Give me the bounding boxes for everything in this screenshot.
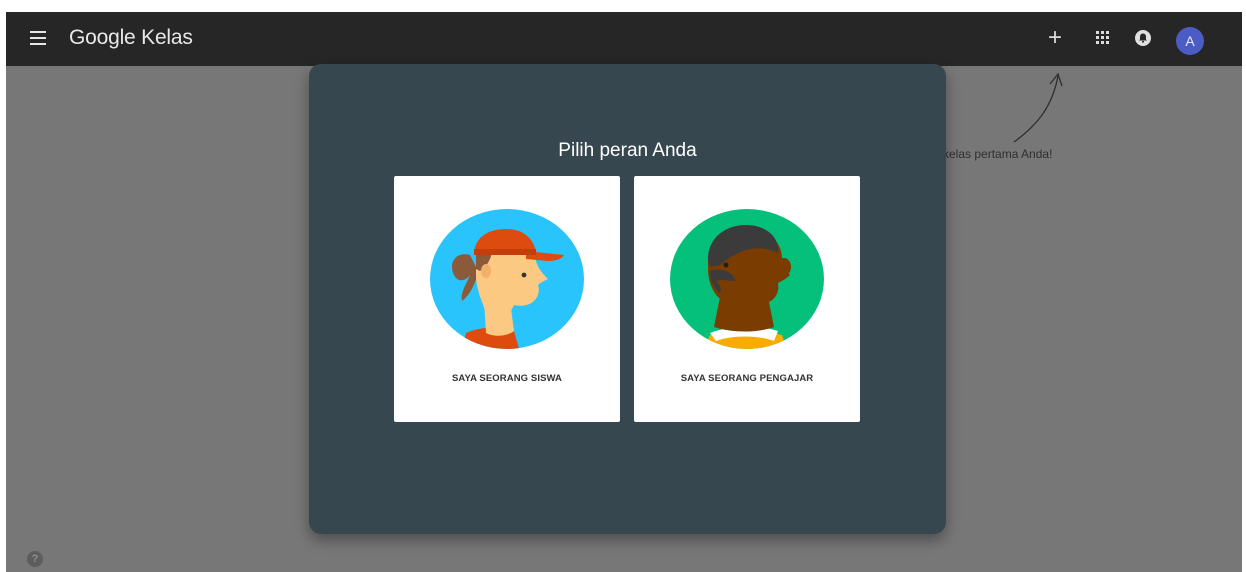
- app-title[interactable]: Google Kelas: [69, 26, 193, 50]
- hamburger-menu-icon[interactable]: [30, 31, 46, 45]
- account-avatar[interactable]: A: [1176, 27, 1204, 55]
- hint-arrow-icon: [1013, 72, 1063, 143]
- student-avatar-illustration: [430, 209, 584, 349]
- top-app-bar: Google Kelas + A: [6, 12, 1242, 66]
- dialog-title: Pilih peran Anda: [558, 140, 697, 161]
- first-class-hint: n kelas pertama Anda!: [933, 147, 1053, 161]
- help-icon[interactable]: ?: [27, 551, 43, 567]
- role-card-student[interactable]: SAYA SEORANG SISWA: [394, 176, 620, 422]
- role-label-student: SAYA SEORANG SISWA: [451, 373, 563, 384]
- role-card-teacher[interactable]: SAYA SEORANG PENGAJAR: [634, 176, 860, 422]
- add-class-icon[interactable]: +: [1048, 26, 1062, 50]
- teacher-avatar-illustration: [670, 209, 824, 349]
- notification-bell-icon[interactable]: [1135, 30, 1151, 46]
- role-selection-dialog: Pilih peran Anda SAYA SEORANG SISWA SAYA…: [309, 64, 946, 534]
- apps-grid-icon[interactable]: [1096, 31, 1110, 45]
- role-label-teacher: SAYA SEORANG PENGAJAR: [680, 373, 814, 384]
- app-window: Google Kelas + A n kelas pertama Anda! ?…: [6, 12, 1242, 572]
